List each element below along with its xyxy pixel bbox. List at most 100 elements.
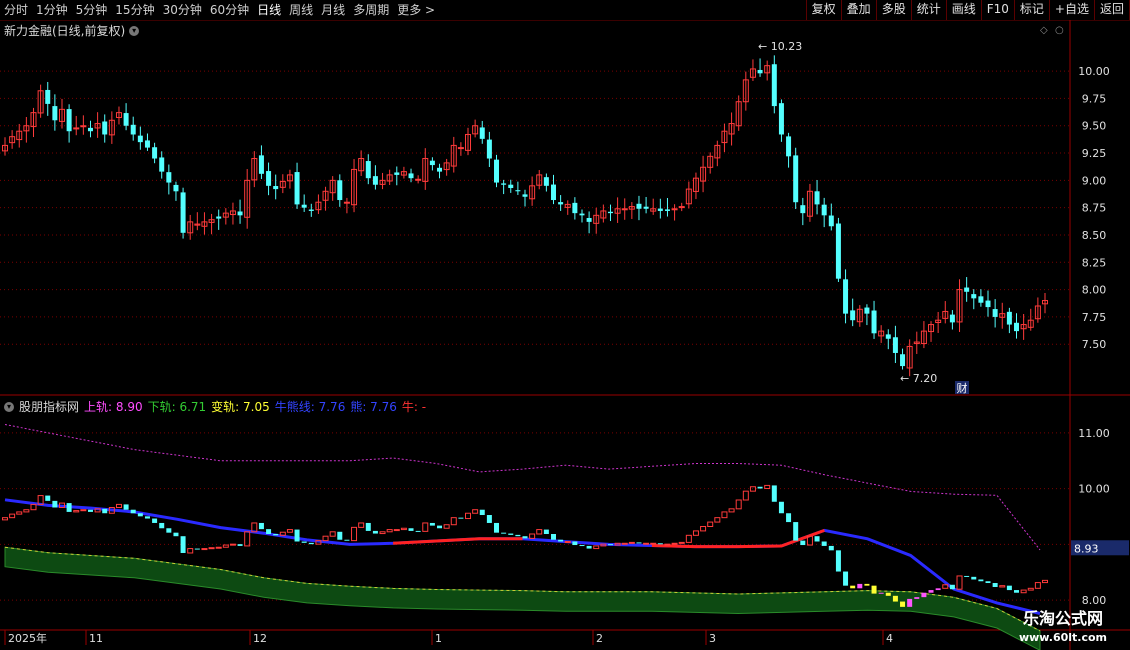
indicator-candle-up: [564, 541, 571, 544]
indicator-candle-down: [657, 543, 663, 545]
indicator-candle-down: [144, 516, 150, 519]
candle-body-down: [501, 183, 507, 185]
candle-body-down: [137, 135, 143, 143]
candle-body-up: [415, 178, 422, 181]
indicator-candle-up: [465, 512, 472, 520]
upper-band-line: [4, 424, 1041, 551]
indicator-candle-down: [835, 550, 841, 572]
indicator-candle-down: [415, 530, 421, 532]
indicator-tick-label: 10.00: [1078, 483, 1110, 496]
indicator-candle-up: [742, 490, 749, 501]
candle-body-down: [266, 171, 272, 186]
candle-body-down: [522, 194, 528, 197]
candle-body-down: [394, 172, 400, 175]
price-tick-label: 8.75: [1082, 202, 1107, 215]
candle-body-down: [871, 310, 877, 334]
indicator-candle-up: [73, 510, 80, 513]
time-tick-label: 12: [253, 632, 267, 645]
indicator-candle-down: [985, 581, 991, 584]
current-value-label: 8.93: [1074, 542, 1099, 555]
price-tick-label: 7.50: [1082, 338, 1107, 351]
indicator-candle-up: [678, 541, 685, 544]
indicator-candle-down: [486, 515, 492, 523]
indicator-candle-down: [871, 585, 877, 594]
candle-body-up: [343, 201, 350, 204]
candle-body-down: [643, 206, 649, 209]
indicator-candle-up: [443, 524, 450, 529]
indicator-candle-up: [115, 503, 122, 509]
indicator-candle-up: [735, 499, 742, 510]
indicator-candle-down: [173, 532, 179, 537]
price-tick-label: 7.75: [1082, 311, 1107, 324]
candle-body-down: [978, 296, 984, 303]
indicator-candle-down: [558, 539, 564, 542]
indicator-candle-down: [850, 585, 856, 589]
candle-body-down: [372, 176, 378, 185]
indicator-candle-down: [864, 583, 870, 586]
indicator-candle-up: [1027, 587, 1034, 591]
indicator-candle-down: [921, 592, 927, 598]
candle-body-down: [843, 279, 849, 314]
price-tick-label: 8.25: [1082, 256, 1107, 269]
price-tick-label: 8.50: [1082, 229, 1107, 242]
indicator-candle-down: [828, 545, 834, 551]
indicator-candle-down: [52, 500, 58, 508]
time-tick-label: 4: [886, 632, 893, 645]
indicator-candle-down: [152, 518, 158, 523]
candle-body-down: [365, 161, 371, 179]
candle-body-down: [885, 334, 891, 339]
indicator-candle-down: [137, 513, 143, 517]
indicator-candle-up: [472, 509, 479, 514]
indicator-candle-down: [964, 575, 970, 577]
indicator-candle-down: [501, 532, 507, 534]
time-tick-label: 2025年: [8, 631, 47, 645]
price-tick-label: 9.25: [1082, 147, 1107, 160]
indicator-candle-down: [429, 522, 435, 526]
candle-body-down: [793, 155, 799, 203]
indicator-candle-down: [180, 536, 186, 553]
indicator-candle-up: [286, 529, 293, 533]
indicator-candle-up: [728, 508, 735, 513]
indicator-candle-up: [1042, 579, 1048, 584]
finance-badge: 财: [957, 381, 968, 395]
indicator-candle-down: [123, 504, 129, 510]
indicator-candle-down: [786, 513, 792, 523]
chart-canvas[interactable]: 10.00 9.75 9.50 9.25 9.00 8.75 8.50 8.25 8.00 7.7…: [0, 0, 1130, 650]
indicator-candle-down: [771, 485, 777, 502]
candle-body-down: [337, 180, 343, 201]
candle-body-down: [636, 203, 642, 209]
candle-body-down: [1006, 311, 1012, 325]
indicator-candle-up: [94, 508, 101, 513]
candle-body-down: [486, 139, 492, 159]
time-tick-label: 3: [709, 632, 716, 645]
candle-body-down: [850, 310, 856, 321]
candle-body-down: [579, 213, 585, 216]
candle-body-down: [550, 184, 556, 201]
candle-body-down: [144, 140, 150, 148]
indicator-candle-down: [479, 509, 485, 516]
indicator-candle-down: [800, 540, 806, 546]
indicator-candle-up: [23, 509, 30, 513]
indicator-candle-down: [978, 579, 984, 582]
indicator-candle-down: [928, 590, 934, 593]
indicator-candle-up: [400, 527, 407, 531]
indicator-candle-down: [102, 508, 108, 514]
candle-body-down: [800, 205, 806, 214]
indicator-candle-up: [721, 511, 728, 519]
indicator-candle-down: [372, 530, 378, 534]
indicator-candle-up: [379, 531, 386, 535]
candle-body-down: [757, 69, 763, 74]
candle-body-down: [586, 218, 592, 222]
indicator-candle-up: [692, 530, 699, 536]
candle-body-down: [985, 300, 991, 308]
candle-body-down: [479, 127, 485, 139]
candle-body-down: [429, 160, 435, 166]
indicator-candle-up: [536, 529, 543, 535]
candle-body-down: [45, 89, 51, 104]
candle-body-down: [152, 147, 158, 159]
candle-body-up: [80, 125, 87, 128]
indicator-candle-down: [408, 528, 414, 531]
candle-body-down: [828, 215, 834, 227]
indicator-candle-down: [494, 522, 500, 533]
indicator-candle-down: [258, 522, 264, 530]
